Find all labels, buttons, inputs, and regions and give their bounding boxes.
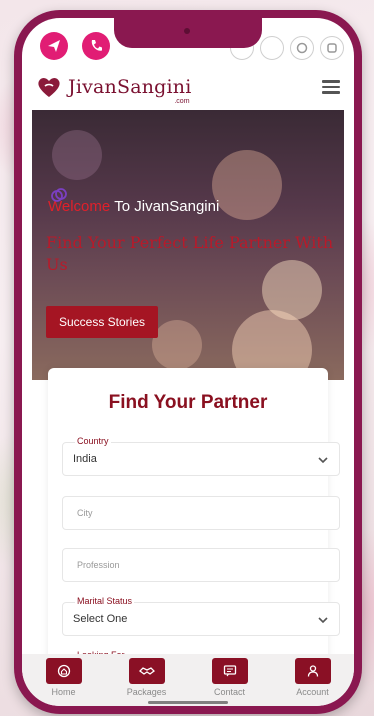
nav-item-packages[interactable]: Packages — [112, 658, 182, 697]
form-title: Find Your Partner — [108, 392, 268, 413]
marital-status-value: Select One — [73, 613, 128, 625]
logo-domain: .com — [174, 98, 190, 105]
country-value: India — [73, 453, 97, 465]
marital-status-label: Marital Status — [75, 596, 135, 606]
bokeh-light — [52, 130, 102, 180]
menu-icon[interactable] — [322, 80, 340, 94]
bokeh-light — [212, 150, 282, 220]
social-icon[interactable] — [260, 36, 284, 60]
country-select[interactable]: Country India — [62, 436, 340, 476]
packages-icon[interactable] — [128, 658, 165, 684]
phone-frame: JivanSangini .com Welcome To JivanSangin… — [14, 10, 362, 714]
phone-icon[interactable] — [82, 32, 110, 60]
phone-screen: JivanSangini .com Welcome To JivanSangin… — [22, 18, 354, 706]
nav-label-home: Home — [51, 687, 76, 697]
city-placeholder: City — [77, 508, 93, 518]
nav-item-account[interactable]: Account — [278, 658, 348, 697]
bottom-navigation: Home Packages Contact Account — [22, 654, 354, 706]
logo-text[interactable]: JivanSangini .com — [68, 76, 192, 105]
chevron-down-icon — [318, 617, 328, 624]
hero-banner: Welcome To JivanSangini Find Your Perfec… — [32, 110, 344, 380]
welcome-line: Welcome To JivanSangini — [48, 188, 220, 215]
nav-label-packages: Packages — [126, 687, 167, 697]
nav-item-contact[interactable]: Contact — [195, 658, 265, 697]
bokeh-light — [152, 320, 202, 370]
find-partner-form: Find Your Partner Country India City Pro… — [48, 368, 340, 690]
home-icon[interactable] — [45, 658, 82, 684]
rings-icon — [51, 188, 67, 202]
camera-dot — [184, 28, 190, 34]
topbar-left-icons — [40, 32, 110, 60]
profession-input[interactable]: Profession — [62, 548, 340, 582]
country-label: Country — [75, 436, 111, 446]
nav-label-contact: Contact — [213, 687, 246, 697]
home-indicator — [148, 701, 228, 704]
account-icon[interactable] — [294, 658, 331, 684]
site-header: JivanSangini .com — [22, 66, 354, 108]
welcome-white-text: To JivanSangini — [114, 198, 220, 215]
nav-label-account: Account — [296, 687, 329, 697]
marital-status-select[interactable]: Marital Status Select One — [62, 596, 340, 636]
profession-placeholder: Profession — [77, 560, 120, 570]
social-icon[interactable] — [320, 36, 344, 60]
phone-notch — [114, 18, 262, 48]
city-input[interactable]: City — [62, 496, 340, 530]
success-stories-button[interactable]: Success Stories — [46, 306, 158, 338]
contact-icon[interactable] — [211, 658, 248, 684]
hero-title: Find Your Perfect Life Partner With Us — [46, 233, 334, 274]
chevron-down-icon — [318, 457, 328, 464]
send-icon[interactable] — [40, 32, 68, 60]
social-icon[interactable] — [290, 36, 314, 60]
logo-name: JivanSangini — [68, 76, 192, 98]
nav-item-home[interactable]: Home — [29, 658, 99, 697]
logo-heart-icon[interactable] — [36, 74, 62, 100]
